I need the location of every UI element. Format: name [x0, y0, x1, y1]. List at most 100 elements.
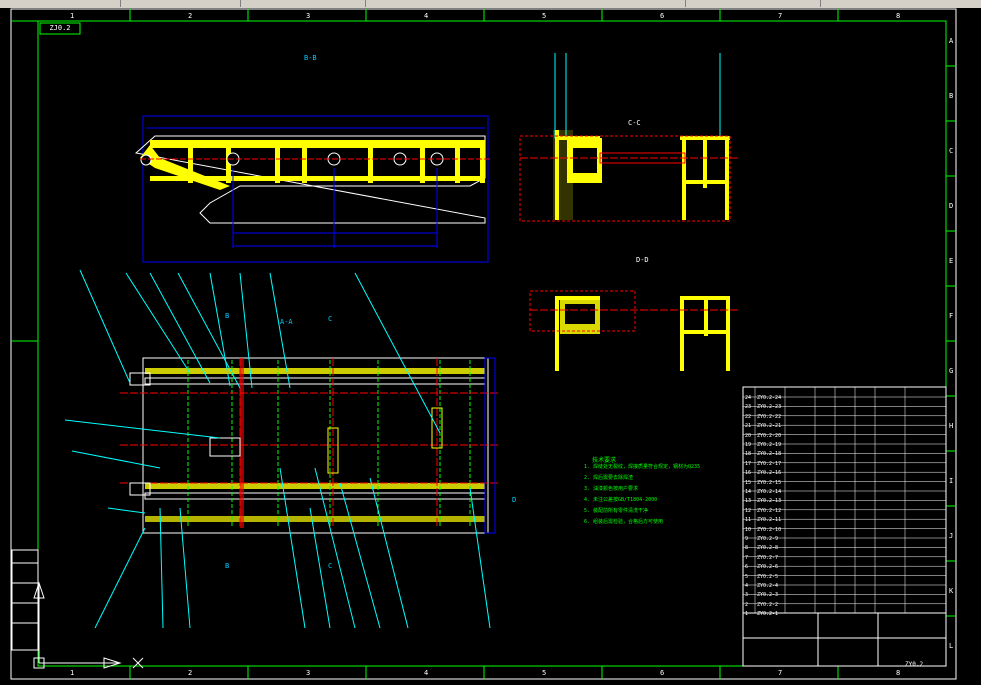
table-row-code: ZY0.2-6: [757, 564, 779, 571]
zone-top-2: 2: [188, 12, 193, 20]
note-line: 3. 油漆颜色按用户要求: [584, 486, 639, 492]
table-row-code: ZY0.2-21: [757, 423, 782, 430]
toolbar-segment[interactable]: [365, 0, 686, 7]
table-row-code: ZY0.2-18: [757, 451, 782, 458]
table-row-number: 12: [745, 507, 752, 514]
view-b-b: [134, 115, 490, 263]
section-marker-c-bottom: C: [328, 562, 333, 570]
table-row-code: ZY0.2-20: [757, 432, 782, 439]
table-row-code: ZY0.2-14: [757, 489, 782, 495]
table-row-number: 1: [745, 611, 749, 618]
right-strip: [961, 8, 981, 685]
zone-ticks: [11, 9, 956, 679]
table-row-number: 15: [745, 479, 752, 486]
table-row-number: 3: [745, 592, 749, 599]
zone-top-4: 4: [424, 12, 429, 20]
drawing-number: ZY0.2: [905, 661, 924, 668]
zone-right-c: C: [949, 147, 954, 155]
zone-top-8: 8: [896, 12, 901, 20]
note-line: 6. 组装后需检验，合格后方可使用: [584, 519, 664, 525]
table-row-code: ZY0.2-19: [757, 442, 782, 448]
drawing-code: ZJ0.2: [49, 24, 71, 32]
table-row-number: 9: [745, 536, 749, 542]
table-row-number: 13: [745, 498, 752, 505]
zone-top-6: 6: [660, 12, 665, 20]
toolbar-strip: [0, 0, 981, 8]
zone-right-l: L: [949, 642, 954, 650]
status-bar: [0, 685, 981, 693]
note-line: 2. 焊后需要去除焊渣: [584, 475, 634, 481]
zone-right-d: D: [949, 202, 954, 210]
section-marker-c-top: C: [328, 315, 333, 323]
toolbar-segment[interactable]: [685, 0, 821, 7]
table-row-number: 23: [745, 404, 752, 411]
zone-top-3: 3: [306, 12, 311, 20]
table-row-code: ZY0.2-10: [757, 526, 782, 533]
zone-top-5: 5: [542, 12, 547, 20]
ucs-icon: [33, 581, 144, 669]
table-row-number: 14: [745, 489, 752, 495]
table-row-code: ZY0.2-2: [757, 601, 779, 608]
table-row-number: 2: [745, 601, 749, 608]
table-row-code: ZY0.2-11: [757, 517, 782, 524]
zone-bottom-8: 8: [896, 669, 901, 677]
table-row-number: 19: [745, 442, 752, 448]
table-row-code: ZY0.2-17: [757, 460, 782, 467]
right-post-2: [725, 138, 729, 220]
table-row-code: ZY0.2-3: [757, 592, 779, 599]
table-row-code: ZY0.2-5: [757, 573, 779, 580]
note-line: 4. 未注公差按GB/T1804-2000: [584, 497, 658, 503]
table-row-code: ZY0.2-12: [757, 507, 782, 514]
zone-bottom-4: 4: [424, 669, 429, 677]
zone-bottom-2: 2: [188, 669, 193, 677]
view-b-b-boundary: [142, 115, 489, 263]
section-marker-b-bottom: B: [225, 562, 230, 570]
zone-right-i: I: [949, 477, 954, 485]
table-row-number: 5: [745, 573, 749, 580]
zone-top-7: 7: [778, 12, 783, 20]
view-c-c: [519, 53, 740, 222]
table-row-code: ZY0.2-13: [757, 498, 782, 505]
left-revision-block: [11, 549, 39, 651]
section-label-b-b: B-B: [304, 54, 317, 62]
section-label-c-c: C-C: [628, 119, 641, 127]
left-post: [555, 130, 559, 220]
drawing-canvas[interactable]: 1 2 3 4 5 6 7 8 1 2 3 4 5 6 7 8 A B C D …: [0, 8, 981, 685]
note-line: 1. 焊缝处无裂纹，焊接质量符合规定，钢材为Q235: [584, 464, 701, 470]
zone-right-e: E: [949, 257, 954, 265]
table-row-code: ZY0.2-22: [757, 413, 782, 420]
section-label-d-d: D-D: [636, 256, 649, 264]
zone-right-a: A: [949, 37, 954, 45]
zone-bottom-3: 3: [306, 669, 311, 677]
table-row-number: 21: [745, 423, 752, 430]
zone-right-k: K: [949, 587, 954, 595]
table-row-number: 17: [745, 460, 752, 467]
table-row-number: 18: [745, 451, 752, 458]
zone-right-j: J: [949, 532, 954, 540]
table-row-code: ZY0.2-23: [757, 404, 782, 411]
table-row-code: ZY0.2-15: [757, 479, 782, 486]
outer-frame: [10, 8, 957, 680]
table-row-number: 4: [745, 583, 749, 589]
table-row-code: ZY0.2-16: [757, 470, 782, 477]
toolbar-segment[interactable]: [0, 0, 121, 7]
zone-right-b: B: [949, 92, 954, 100]
toolbar-segment[interactable]: [820, 0, 981, 7]
section-marker-d: D: [512, 496, 517, 504]
section-label-a-a: A-A: [280, 318, 293, 326]
view-d-d: [529, 290, 740, 371]
zone-bottom-6: 6: [660, 669, 665, 677]
right-post-1: [682, 138, 686, 220]
table-row-code: ZY0.2-1: [757, 611, 779, 618]
toolbar-segment[interactable]: [240, 0, 366, 7]
toolbar-segment[interactable]: [120, 0, 241, 7]
zone-bottom-7: 7: [778, 669, 783, 677]
zone-bottom-5: 5: [542, 669, 547, 677]
table-row-number: 24: [745, 395, 752, 401]
inner-frame: [37, 20, 947, 667]
leader-lines: [64, 269, 491, 629]
bottom-beam: [150, 176, 485, 181]
table-row-code: ZY0.2-9: [757, 536, 779, 542]
table-row-code: ZY0.2-4: [757, 583, 779, 589]
table-row-code: ZY0.2-8: [757, 545, 779, 552]
